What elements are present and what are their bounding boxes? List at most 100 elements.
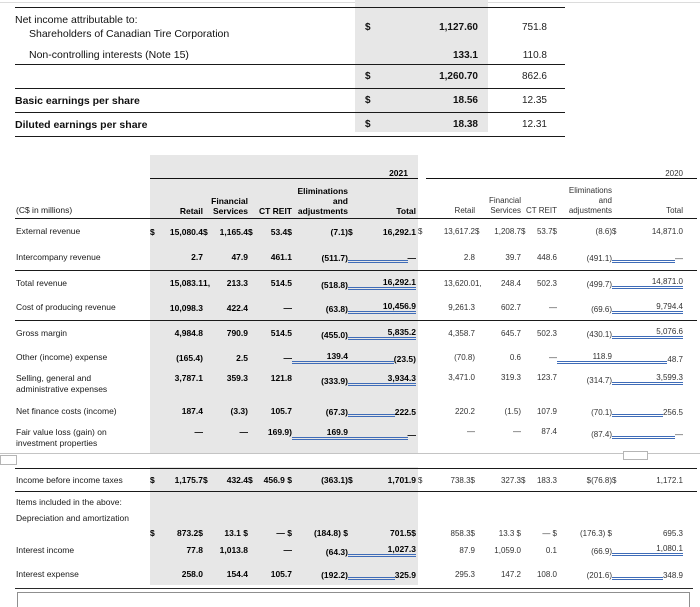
cell-financial-services: 39.7 xyxy=(505,252,521,262)
cell-ct-reit: $456.9 $ xyxy=(248,475,292,485)
table-row-handle-right[interactable] xyxy=(623,451,648,460)
year-group: 2.8 39.7 448.6 (491.1) — xyxy=(418,251,697,263)
cell-ct-reit: $53.7$ xyxy=(521,227,557,236)
row-label: Net finance costs (income) xyxy=(16,405,117,416)
col-header-eliminations: Eliminations and adjustments xyxy=(297,186,348,216)
table-row: Interest expense 258.0 154.4 105.7 (192.2) 32… xyxy=(15,562,697,586)
cell-eliminations: (66.9) xyxy=(591,547,612,556)
col-header-eliminations: Eliminations and adjustments xyxy=(568,186,612,215)
cell-eliminations-total: (511.7) — xyxy=(292,251,418,263)
cell-prefix: $ xyxy=(365,119,371,130)
cell-retail: 187.4 xyxy=(181,406,203,416)
year-group: 187.4 (3.3) 105.7 (67.3) 222.5 xyxy=(150,405,418,417)
cell-prefix: $ xyxy=(203,226,208,237)
cell-retail: 15,083.1 xyxy=(169,278,203,288)
year-group: — — 87.4 (87.4) — xyxy=(418,427,697,439)
cell-value: 14,871.0 xyxy=(651,227,683,236)
col-header-ct-reit: CT REIT xyxy=(258,206,292,216)
cell-total: (23.5) xyxy=(393,354,416,364)
cell-retail: 3,787.1 xyxy=(174,373,203,383)
underline-gap xyxy=(348,278,383,290)
underline-gap xyxy=(612,302,657,314)
underline-gap xyxy=(612,529,663,538)
year-group: 10,098.3 422.4 — (63.8) 10,456.9 xyxy=(150,301,418,314)
value-2020: 110.8 xyxy=(522,49,547,61)
cell-ct-reit: 108.0 xyxy=(536,569,557,579)
cell-financial-services: 13.1 $ xyxy=(224,528,248,538)
cell-retail: (70.8) xyxy=(454,353,475,362)
cell-eliminations: (333.9) xyxy=(321,376,348,386)
cell-total: $14,871.0 xyxy=(612,227,683,236)
cell-eliminations-total: (87.4) — xyxy=(557,427,685,439)
cell-total: — xyxy=(675,254,683,263)
cell-prefix: $ xyxy=(248,475,253,485)
cell-retail: 10,098.3 xyxy=(169,302,203,313)
cell-ct-reit: — xyxy=(283,352,293,363)
cell-retail: $1,175.7 xyxy=(150,475,203,485)
value-2021: 133.1 xyxy=(452,49,478,61)
table-row: $1,260.70 862.6 xyxy=(15,64,565,88)
cell-eliminations-total: (69.6) 9,794.4 xyxy=(557,302,685,314)
row-label-line: Diluted earnings per share xyxy=(15,118,148,131)
underline-gap xyxy=(612,568,663,580)
cell-eliminations: (64.3) xyxy=(325,546,348,557)
year-group: 15,083.1 1, 213.3 514.5 (518.8) 16,292.1 xyxy=(150,277,418,290)
row-label: Fair value loss (gain) on investment prop… xyxy=(15,427,150,449)
cell-retail: 3,471.0 xyxy=(448,373,475,382)
year-group: $13,617.2 $1,208.7 $53.7$ (8.6) $14,871.0 xyxy=(418,227,697,236)
cell-total: 14,871.0 xyxy=(651,277,683,289)
col-header-financial-services: Financial Services xyxy=(488,196,521,215)
row-label: Total revenue xyxy=(16,277,68,288)
row-label: Basic earnings per share xyxy=(15,94,355,108)
year-group: 4,984.8 790.9 514.5 (455.0) 5,835.2 xyxy=(150,327,418,340)
cell-value: 248.4 xyxy=(500,278,521,288)
cell-prefix: $ xyxy=(365,71,371,82)
cell-ct-reit: 107.9 xyxy=(536,406,557,416)
cell-eliminations-total: (430.1) 5,076.6 xyxy=(557,327,685,339)
underline-gap xyxy=(612,277,652,289)
table-row: Net income attributable to: Shareholders … xyxy=(15,8,565,46)
cell-retail: (165.4) xyxy=(176,352,203,363)
cell-financial-services: 154.4 xyxy=(226,569,248,579)
cell-financial-services: 319.3 xyxy=(500,373,521,382)
net-income-table: Net income attributable to: Shareholders … xyxy=(15,7,565,137)
cell-eliminations-total: (201.6) 348.9 xyxy=(557,568,685,580)
column-headers-2020: Retail Financial Services CT REIT Elimin… xyxy=(418,186,697,216)
cell-value: 456.9 $ xyxy=(263,475,292,485)
cell-retail: 258.0 xyxy=(181,569,203,579)
cell-total: $1,701.9 xyxy=(348,475,416,485)
table-row: Selling, general and administrative expen… xyxy=(15,370,697,398)
cell-eliminations-total: (67.3) 222.5 xyxy=(292,405,418,417)
cell-eliminations: (7.1) xyxy=(330,226,348,237)
cell-financial-services: 1,013.8 xyxy=(219,545,248,555)
cell-ct-reit: 514.5 xyxy=(270,328,292,338)
row-label: Non-controlling interests (Note 15) xyxy=(15,48,355,62)
underline-gap xyxy=(348,302,383,314)
cell-eliminations: (314.7) xyxy=(586,376,612,385)
cell-total: 10,456.9 xyxy=(382,301,416,314)
table-bottom-rule xyxy=(15,588,693,589)
cell-prefix: $ xyxy=(348,475,353,485)
year-group: 295.3 147.2 108.0 (201.6) 348.9 xyxy=(418,568,697,580)
table-row-handle-left[interactable] xyxy=(0,455,17,465)
year-group: 13,620.0 1, 248.4 502.3 (499.7) 14,871.0 xyxy=(418,277,697,289)
cell-retail: 4,358.7 xyxy=(448,328,475,338)
window-top-edge xyxy=(0,2,700,3)
cell-eliminations-total: (499.7) 14,871.0 xyxy=(557,277,685,289)
cell-retail: 4,984.8 xyxy=(174,328,203,338)
cell-eliminations-total: (184.8) $ 701.5$ xyxy=(292,528,418,538)
cell-total: $1,172.1 xyxy=(612,476,683,485)
cell-eliminations: (430.1) xyxy=(586,330,612,339)
cell-retail: $873.2$ xyxy=(150,528,203,538)
cell-financial-services: 790.9 xyxy=(226,328,248,338)
cell-retail: 858.3$ xyxy=(450,529,475,538)
underline-gap xyxy=(348,545,388,557)
cell-total: 348.9 xyxy=(662,571,683,580)
row-label-line: Shareholders of Canadian Tire Corporatio… xyxy=(29,28,230,40)
row-label: Net income attributable to: Shareholders … xyxy=(15,13,355,41)
year-group: 3,787.1 359.3 121.8 (333.9) 3,934.3 xyxy=(150,373,418,386)
underline-gap xyxy=(612,544,657,556)
cell-eliminations: (176.3) $ xyxy=(579,529,612,538)
value-2021: $18.56 xyxy=(355,95,488,106)
value-2021: $1,260.70 xyxy=(355,71,488,82)
